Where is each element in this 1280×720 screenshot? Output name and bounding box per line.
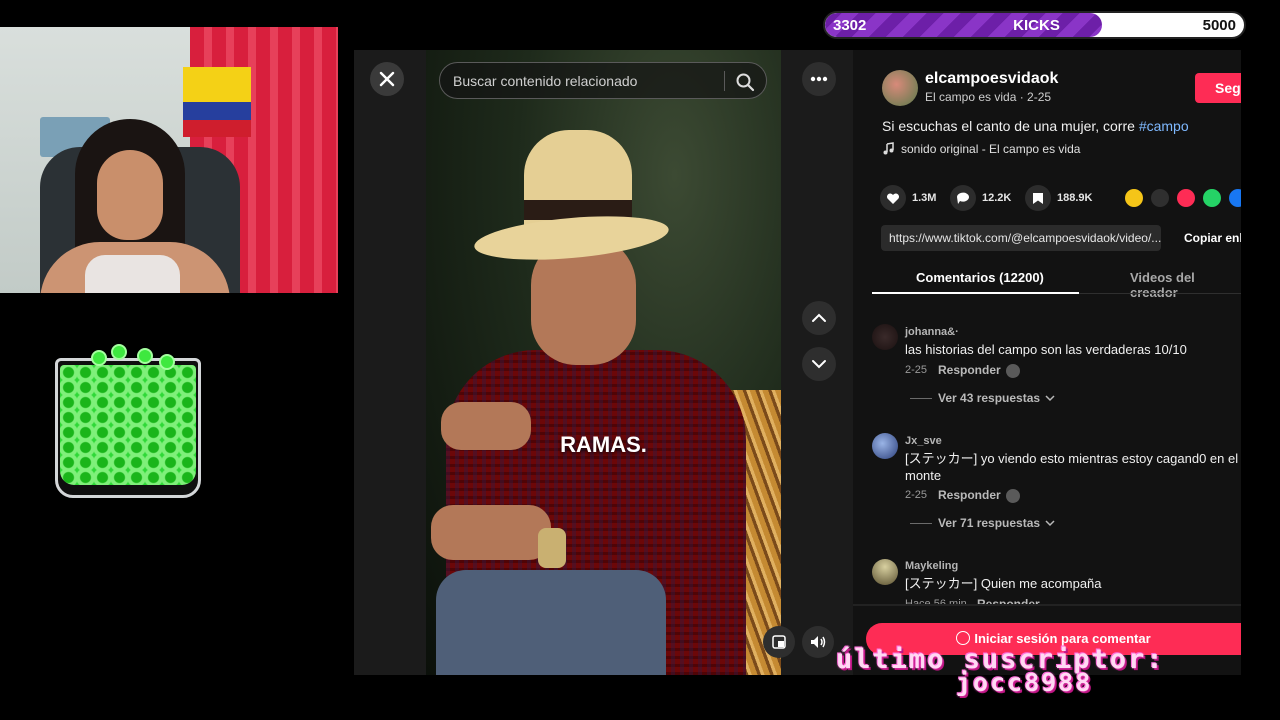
streamer-face	[97, 150, 163, 240]
comment-text: [ステッカー] yo viendo esto mientras estoy ca…	[905, 451, 1239, 483]
comment-bubble-icon	[956, 631, 971, 645]
colombia-flag	[183, 67, 251, 137]
heart-icon	[886, 192, 900, 204]
follow-button[interactable]: Seg	[1195, 73, 1241, 103]
last-subscriber-name: jocc8988	[956, 668, 1093, 697]
comment-like-icon[interactable]	[1006, 364, 1020, 378]
volume-button[interactable]	[802, 626, 834, 658]
replies-dash	[910, 397, 932, 399]
comment-date: 2-25	[905, 489, 928, 501]
video-jeans	[436, 570, 666, 675]
close-icon	[379, 71, 395, 87]
hashtag-link[interactable]: #campo	[1139, 118, 1189, 134]
tab-creator-videos[interactable]: Videos del creador	[1130, 270, 1241, 300]
video-description: Si escuchas el canto de una mujer, corre…	[882, 118, 1189, 134]
comment-action[interactable]: 12.2K	[950, 185, 1011, 211]
comment-text: las historias del campo son las verdader…	[905, 342, 1187, 357]
comment-user[interactable]: johanna&·	[905, 326, 959, 338]
video-url-field[interactable]: https://www.tiktok.com/@elcampoesvidaok/…	[881, 225, 1161, 251]
save-action[interactable]: 188.9K	[1025, 185, 1092, 211]
share-icons	[1125, 189, 1241, 207]
more-icon	[810, 76, 828, 82]
search-icon[interactable]	[734, 71, 756, 93]
comment-button[interactable]	[950, 185, 976, 211]
tab-comments[interactable]: Comentarios (12200)	[916, 270, 1044, 285]
jar-coin	[111, 344, 127, 360]
like-action[interactable]: 1.3M	[880, 185, 936, 211]
close-button[interactable]	[370, 62, 404, 96]
heart-button[interactable]	[880, 185, 906, 211]
chevron-up-icon	[812, 313, 826, 322]
author-avatar[interactable]	[882, 70, 918, 106]
view-replies-button[interactable]: Ver 71 respuestas	[910, 516, 1055, 530]
reply-button[interactable]: Responder	[938, 363, 1001, 377]
video-watch	[538, 528, 566, 568]
comment-user[interactable]: Jx_sve	[905, 435, 942, 447]
view-replies-label: Ver 71 respuestas	[938, 516, 1041, 530]
previous-video-button[interactable]	[802, 301, 836, 335]
video-player[interactable]: RAMAS.	[426, 50, 781, 675]
video-hat-brim	[472, 209, 671, 267]
author-meta: El campo es vida · 2-25	[925, 90, 1052, 104]
chevron-down-icon	[1045, 520, 1055, 527]
chevron-down-icon	[812, 360, 826, 369]
comment-count: 12.2K	[982, 192, 1012, 204]
comment-like-icon[interactable]	[1006, 489, 1020, 503]
description-text: Si escuchas el canto de una mujer, corre	[882, 118, 1139, 134]
more-options-button[interactable]	[802, 62, 836, 96]
copy-link-button[interactable]: Copiar enl	[1184, 231, 1241, 245]
comment-avatar[interactable]	[872, 324, 898, 350]
jar-coin	[159, 354, 175, 370]
search-placeholder: Buscar contenido relacionado	[453, 73, 638, 89]
sound-name: sonido original - El campo es vida	[901, 142, 1081, 156]
bookmark-icon	[1033, 192, 1043, 204]
volume-icon	[811, 636, 826, 648]
search-divider	[724, 71, 725, 91]
follow-label: Seg	[1215, 80, 1241, 96]
sound-link[interactable]: sonido original - El campo es vida	[882, 142, 1080, 156]
chevron-down-icon	[1045, 395, 1055, 402]
repost-icon[interactable]	[1125, 189, 1143, 207]
jar-coins	[60, 365, 196, 485]
floating-player-button[interactable]	[763, 626, 795, 658]
facebook-icon[interactable]	[1229, 189, 1241, 207]
search-bar[interactable]: Buscar contenido relacionado	[439, 62, 767, 99]
send-icon[interactable]	[1177, 189, 1195, 207]
view-replies-label: Ver 43 respuestas	[938, 391, 1041, 405]
embed-icon[interactable]	[1151, 189, 1169, 207]
comment-date: 2-25	[905, 364, 928, 376]
video-left-margin	[354, 50, 426, 675]
author-name[interactable]: elcampoesvidaok	[925, 70, 1058, 88]
jar-coin	[91, 350, 107, 366]
kicks-goal: 5000	[1202, 17, 1236, 34]
next-video-button[interactable]	[802, 347, 836, 381]
comment-user[interactable]: Maykeling	[905, 560, 958, 572]
reply-button[interactable]: Responder	[938, 488, 1001, 502]
music-note-icon	[883, 142, 894, 155]
comment-avatar[interactable]	[872, 559, 898, 585]
kicks-jar	[55, 344, 201, 498]
webcam-feed	[0, 27, 338, 293]
kicks-current: 3302	[833, 17, 867, 34]
video-caption: RAMAS.	[560, 432, 647, 457]
active-tab-indicator	[872, 292, 1079, 294]
jar-coin	[137, 348, 153, 364]
replies-dash	[910, 522, 932, 524]
video-details-panel: elcampoesvidaok El campo es vida · 2-25 …	[853, 50, 1241, 675]
kicks-label: KICKS	[1013, 17, 1060, 34]
kicks-goal-bar: KICKS 3302 5000	[823, 11, 1246, 39]
comment-icon	[957, 192, 969, 204]
floating-player-icon	[772, 635, 786, 649]
whatsapp-icon[interactable]	[1203, 189, 1221, 207]
comment-text: [ステッカー] Quien me acompaña	[905, 576, 1102, 591]
like-count: 1.3M	[912, 192, 937, 204]
bookmark-button[interactable]	[1025, 185, 1051, 211]
streamer-top	[85, 255, 180, 293]
save-count: 188.9K	[1057, 192, 1093, 204]
view-replies-button[interactable]: Ver 43 respuestas	[910, 391, 1055, 405]
comment-avatar[interactable]	[872, 433, 898, 459]
video-hand-cup	[431, 505, 551, 560]
